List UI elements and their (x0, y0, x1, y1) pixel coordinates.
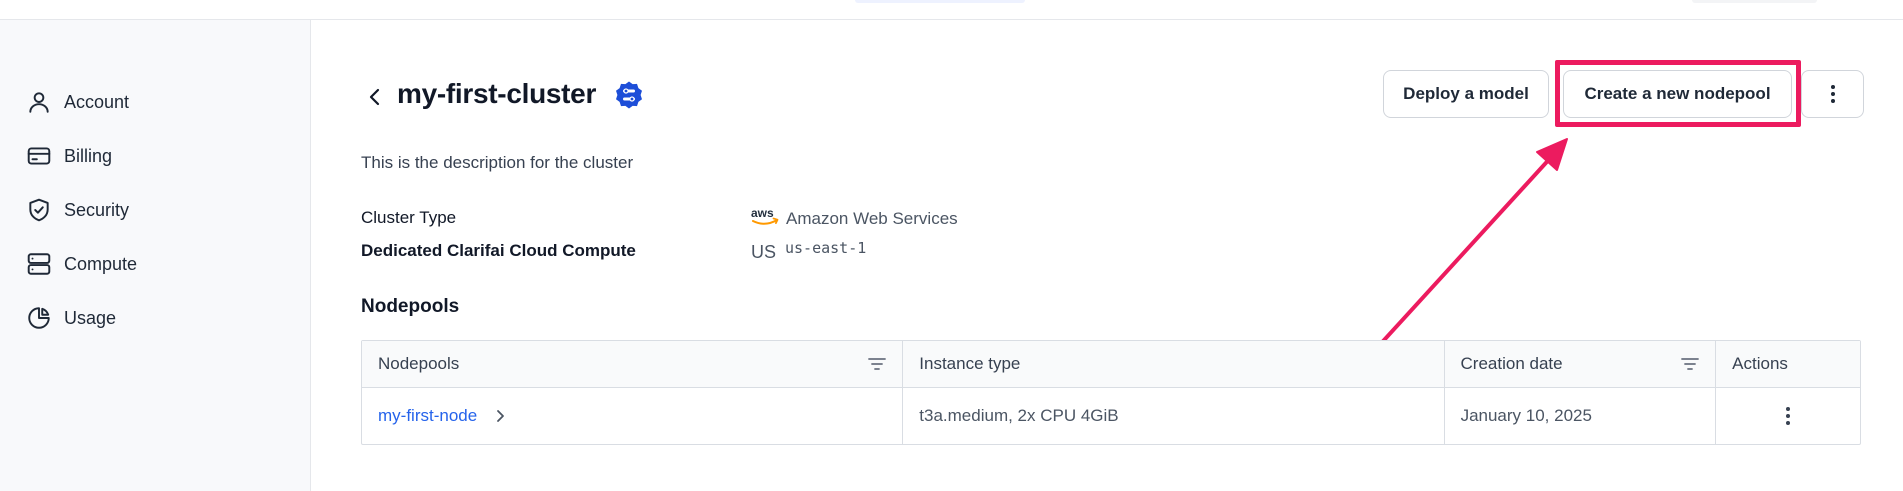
user-icon (29, 92, 49, 113)
column-header-label: Nodepools (378, 354, 460, 373)
column-header-nodepools: Nodepools (362, 341, 904, 387)
sidebar-item-label: Account (64, 91, 130, 112)
cluster-detail: my-first-cluster Deploy a model Create a… (311, 20, 1903, 491)
instance-type-cell: t3a.medium, 2x CPU 4GiB (903, 388, 1445, 444)
settings-sidebar: Account Billing Security Compute Usage (0, 20, 311, 491)
column-header-creation-date: Creation date (1445, 341, 1717, 387)
filter-icon[interactable] (866, 354, 888, 374)
table-row: my-first-node t3a.medium, 2x CPU 4GiB Ja… (362, 388, 1860, 444)
deploy-model-button[interactable]: Deploy a model (1383, 70, 1549, 118)
table-header-row: Nodepools Instance type Creation date Ac… (362, 341, 1860, 388)
sidebar-item-label: Usage (64, 307, 117, 328)
sidebar-item-label: Compute (64, 253, 138, 274)
sidebar-item-account[interactable]: Account (26, 86, 129, 118)
verified-badge-icon (616, 81, 642, 109)
aws-logo-text: aws (751, 206, 774, 220)
compute-label: Dedicated Clarifai Cloud Compute (361, 241, 636, 260)
chevron-left-icon (369, 88, 380, 106)
shield-check-icon (29, 198, 49, 222)
back-button[interactable] (362, 80, 388, 114)
nodepools-table: Nodepools Instance type Creation date Ac… (361, 340, 1861, 445)
top-user-menu-edge (1692, 0, 1817, 3)
cluster-description: This is the description for the cluster (361, 153, 634, 172)
server-icon (27, 253, 51, 275)
credit-card-icon (27, 147, 51, 165)
region-value: us-east-1 (785, 239, 867, 257)
sidebar-item-billing[interactable]: Billing (26, 140, 112, 172)
creation-date-cell: January 10, 2025 (1445, 388, 1717, 444)
column-header-instance-type: Instance type (903, 341, 1445, 387)
cluster-type-value: Amazon Web Services (786, 209, 958, 228)
top-bar (0, 0, 1903, 20)
actions-cell (1716, 388, 1860, 444)
page-title: my-first-cluster (397, 78, 597, 109)
column-header-label: Actions (1732, 354, 1788, 373)
filter-icon[interactable] (1679, 354, 1701, 374)
chevron-right-icon[interactable] (493, 409, 507, 423)
top-tab-indicator (855, 0, 1025, 3)
nodepool-link[interactable]: my-first-node (378, 406, 477, 426)
row-actions-kebab-icon[interactable] (1777, 405, 1799, 427)
create-nodepool-button[interactable]: Create a new nodepool (1563, 70, 1792, 118)
more-options-button[interactable] (1801, 70, 1864, 118)
aws-logo-icon: aws (751, 206, 779, 225)
sidebar-item-usage[interactable]: Usage (26, 302, 116, 334)
sidebar-item-label: Security (64, 199, 130, 220)
sidebar-item-label: Billing (64, 145, 113, 166)
cluster-type-label: Cluster Type (361, 208, 457, 227)
column-header-label: Creation date (1460, 354, 1563, 373)
sidebar-item-compute[interactable]: Compute (26, 248, 137, 280)
nodepools-heading: Nodepools (361, 296, 460, 317)
kebab-menu-icon (1830, 85, 1835, 103)
region-flag: US (751, 242, 777, 262)
column-header-label: Instance type (919, 354, 1021, 373)
column-header-actions: Actions (1716, 341, 1860, 387)
sidebar-item-security[interactable]: Security (26, 194, 129, 226)
nodepool-name-cell: my-first-node (362, 388, 904, 444)
pie-chart-icon (28, 307, 50, 329)
